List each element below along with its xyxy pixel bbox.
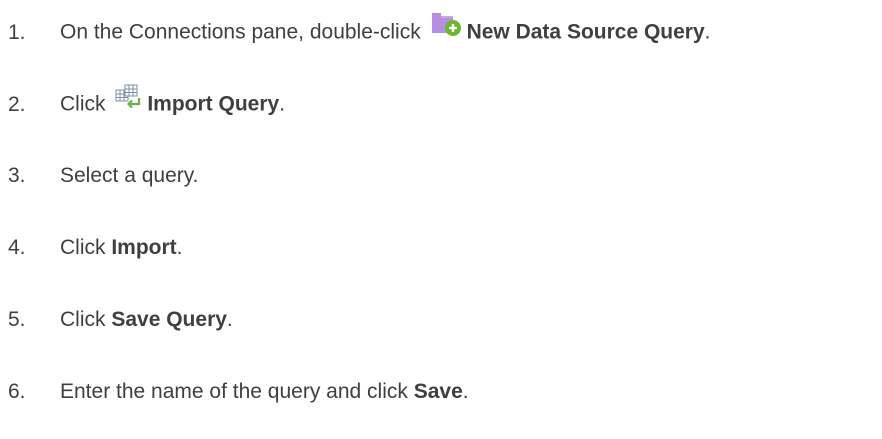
import-query-icon xyxy=(115,83,141,121)
step-suffix: . xyxy=(176,236,183,259)
step-bold-text: Save Query xyxy=(111,308,227,331)
step-number: 1. xyxy=(8,20,26,44)
step-text: Select a query. xyxy=(60,164,199,187)
step-text: Click xyxy=(60,92,106,116)
step-number: 2. xyxy=(8,92,26,116)
step-text: Click xyxy=(60,308,106,331)
new-data-source-query-icon xyxy=(431,11,461,49)
step-suffix: . xyxy=(704,20,711,44)
step-text: On the Connections pane, double-click xyxy=(60,20,421,44)
step-2: 2. Click Import Query. xyxy=(8,83,286,122)
step-number: 5. xyxy=(8,308,26,331)
step-text: Click xyxy=(60,236,106,259)
step-4: 4. Click Import. xyxy=(8,230,183,266)
step-suffix: . xyxy=(226,308,233,331)
step-suffix: . xyxy=(462,380,469,403)
step-3: 3. Select a query. xyxy=(8,158,199,194)
step-suffix: . xyxy=(279,92,286,116)
step-6: 6. Enter the name of the query and click … xyxy=(8,374,469,410)
step-number: 3. xyxy=(8,164,26,187)
step-1: 1. On the Connections pane, double-click … xyxy=(8,11,711,50)
step-bold-text: New Data Source Query xyxy=(466,20,705,44)
step-bold-text: Save xyxy=(413,380,463,403)
step-number: 4. xyxy=(8,236,26,259)
step-text: Enter the name of the query and click xyxy=(60,380,408,403)
step-number: 6. xyxy=(8,380,26,403)
step-bold-text: Import Query xyxy=(147,92,280,116)
instruction-steps: 1. On the Connections pane, double-click … xyxy=(0,0,882,439)
step-5: 5. Click Save Query. xyxy=(8,302,233,338)
step-bold-text: Import xyxy=(111,236,177,259)
